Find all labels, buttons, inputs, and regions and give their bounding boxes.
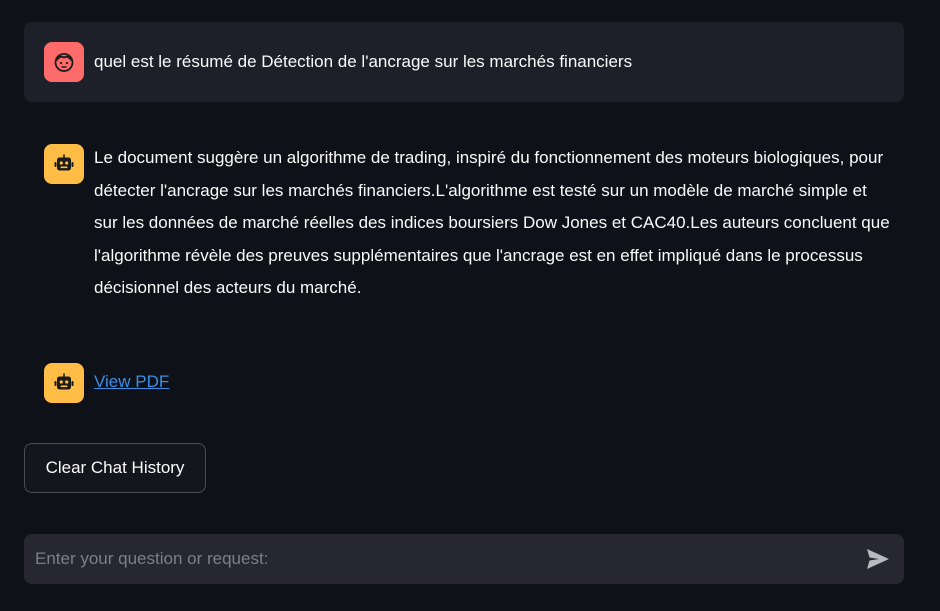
send-button[interactable] [864,546,892,572]
user-message: quel est le résumé de Détection de l'anc… [24,22,904,102]
assistant-message-text: Le document suggère un algorithme de tra… [94,148,890,297]
view-pdf-container: View PDF [94,366,890,399]
assistant-link-message: View PDF [24,355,904,415]
user-avatar [44,42,84,82]
send-icon [867,549,889,569]
view-pdf-link[interactable]: View PDF [94,372,169,391]
user-message-text: quel est le résumé de Détection de l'anc… [94,52,633,71]
robot-icon [54,154,74,171]
clear-chat-history-button[interactable]: Clear Chat History [24,443,206,493]
assistant-message: Le document suggère un algorithme de tra… [24,128,904,318]
assistant-avatar [44,363,84,403]
user-face-icon [54,53,74,72]
assistant-avatar [44,144,84,184]
chat-page: quel est le résumé de Détection de l'anc… [0,0,940,611]
chat-input[interactable] [24,534,844,584]
chat-input-bar [24,534,904,584]
robot-icon [54,373,74,390]
